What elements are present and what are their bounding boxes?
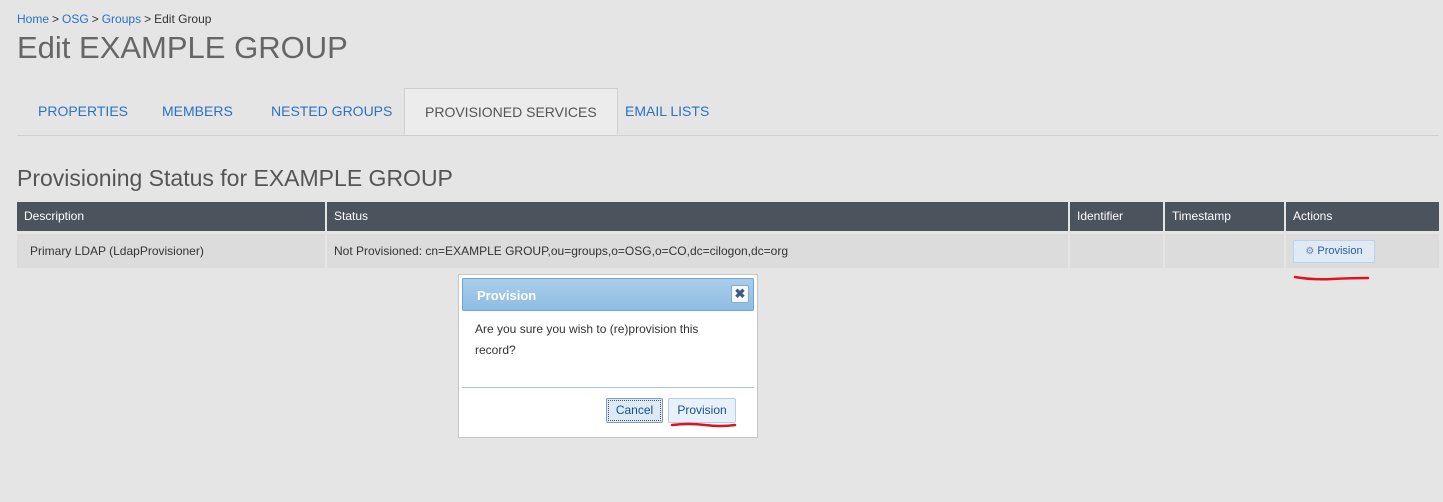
column-header-description: Description bbox=[17, 202, 325, 231]
cancel-button[interactable]: Cancel bbox=[606, 398, 663, 423]
dialog-divider bbox=[462, 387, 754, 388]
gear-icon: ⚙ bbox=[1305, 246, 1315, 257]
breadcrumb-home-link[interactable]: Home bbox=[17, 12, 49, 26]
tab-email-lists[interactable]: EMAIL LISTS bbox=[625, 88, 709, 135]
page-title: Edit EXAMPLE GROUP bbox=[17, 30, 348, 65]
column-header-actions: Actions bbox=[1286, 202, 1439, 231]
cell-identifier bbox=[1070, 234, 1163, 268]
breadcrumb-separator: > bbox=[52, 12, 60, 26]
tab-provisioned-services[interactable]: PROVISIONED SERVICES bbox=[404, 88, 618, 135]
close-icon[interactable]: ✖ bbox=[731, 285, 749, 303]
breadcrumb: Home > OSG > Groups > Edit Group bbox=[17, 12, 211, 26]
breadcrumb-osg-link[interactable]: OSG bbox=[62, 12, 89, 26]
breadcrumb-current: Edit Group bbox=[154, 12, 212, 26]
confirm-dialog: Provision ✖ Are you sure you wish to (re… bbox=[458, 274, 758, 438]
dialog-message: Are you sure you wish to (re)provision t… bbox=[475, 322, 699, 357]
provision-row-button-label: Provision bbox=[1317, 245, 1363, 257]
section-title: Provisioning Status for EXAMPLE GROUP bbox=[17, 165, 453, 191]
tab-bar: PROPERTIES MEMBERS NESTED GROUPS PROVISI… bbox=[17, 88, 1439, 136]
tab-nested-groups[interactable]: NESTED GROUPS bbox=[271, 88, 392, 135]
cell-description: Primary LDAP (LdapProvisioner) bbox=[17, 234, 325, 268]
provision-confirm-button[interactable]: Provision bbox=[668, 398, 736, 423]
column-header-identifier: Identifier bbox=[1070, 202, 1163, 231]
annotation-underline bbox=[1293, 275, 1370, 281]
breadcrumb-separator: > bbox=[91, 12, 99, 26]
dialog-titlebar[interactable]: Provision ✖ bbox=[462, 278, 754, 311]
provision-row-button[interactable]: ⚙ Provision bbox=[1293, 240, 1375, 263]
cell-timestamp bbox=[1165, 234, 1284, 268]
dialog-title: Provision bbox=[477, 288, 537, 303]
tab-properties[interactable]: PROPERTIES bbox=[38, 88, 128, 135]
column-header-status: Status bbox=[327, 202, 1068, 231]
breadcrumb-groups-link[interactable]: Groups bbox=[102, 12, 141, 26]
tab-members[interactable]: MEMBERS bbox=[162, 88, 233, 135]
breadcrumb-separator: > bbox=[144, 12, 152, 26]
column-header-timestamp: Timestamp bbox=[1165, 202, 1284, 231]
cell-status: Not Provisioned: cn=EXAMPLE GROUP,ou=gro… bbox=[327, 234, 1068, 268]
